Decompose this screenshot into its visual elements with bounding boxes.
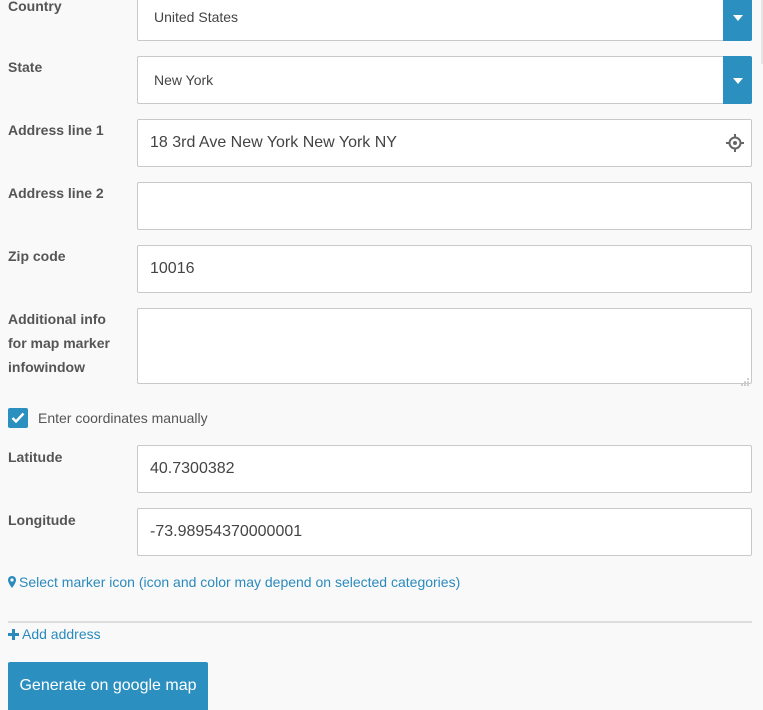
longitude-value: -73.98954370000001: [150, 523, 303, 540]
longitude-input[interactable]: -73.98954370000001: [137, 508, 752, 556]
checkmark-icon: [11, 412, 25, 424]
country-label: Country: [8, 0, 62, 14]
country-dropdown-button[interactable]: [723, 0, 752, 41]
state-select[interactable]: New York: [137, 56, 752, 104]
info-label: Additional info for map marker infowindo…: [8, 307, 133, 379]
zip-label: Zip code: [8, 248, 66, 264]
zip-value: 10016: [150, 260, 195, 277]
info-label-line: infowindow: [8, 359, 85, 375]
info-label-line: for map marker: [8, 335, 110, 351]
address1-label: Address line 1: [8, 122, 104, 138]
geolocate-icon[interactable]: [726, 134, 744, 152]
select-marker-icon-label: Select marker icon (icon and color may d…: [19, 574, 461, 590]
plus-icon: [8, 627, 19, 643]
address1-input[interactable]: 18 3rd Ave New York New York NY: [137, 119, 752, 167]
latitude-label: Latitude: [8, 449, 63, 465]
address2-input[interactable]: [137, 182, 752, 230]
add-address-link[interactable]: Add address: [8, 626, 101, 643]
latitude-value: 40.7300382: [150, 460, 235, 477]
add-address-label: Add address: [22, 626, 101, 642]
manual-coordinates-label[interactable]: Enter coordinates manually: [38, 408, 208, 428]
country-select[interactable]: United States: [137, 0, 752, 41]
state-value: New York: [154, 72, 214, 88]
manual-coordinates-checkbox[interactable]: [8, 408, 28, 428]
latitude-input[interactable]: 40.7300382: [137, 445, 752, 493]
state-label: State: [8, 59, 43, 75]
info-textarea[interactable]: [137, 308, 752, 386]
state-dropdown-button[interactable]: [723, 56, 752, 104]
country-value: United States: [154, 9, 239, 25]
zip-input[interactable]: 10016: [137, 245, 752, 293]
info-label-line: Additional info: [8, 311, 106, 327]
generate-on-google-map-button[interactable]: Generate on google map: [8, 662, 208, 710]
address1-value: 18 3rd Ave New York New York NY: [150, 134, 397, 151]
select-marker-icon-link[interactable]: Select marker icon (icon and color may d…: [8, 574, 460, 591]
longitude-label: Longitude: [8, 512, 76, 528]
address2-label: Address line 2: [8, 185, 104, 201]
divider: [8, 621, 752, 623]
map-marker-icon: [8, 575, 16, 591]
resize-handle-icon[interactable]: [741, 373, 749, 386]
